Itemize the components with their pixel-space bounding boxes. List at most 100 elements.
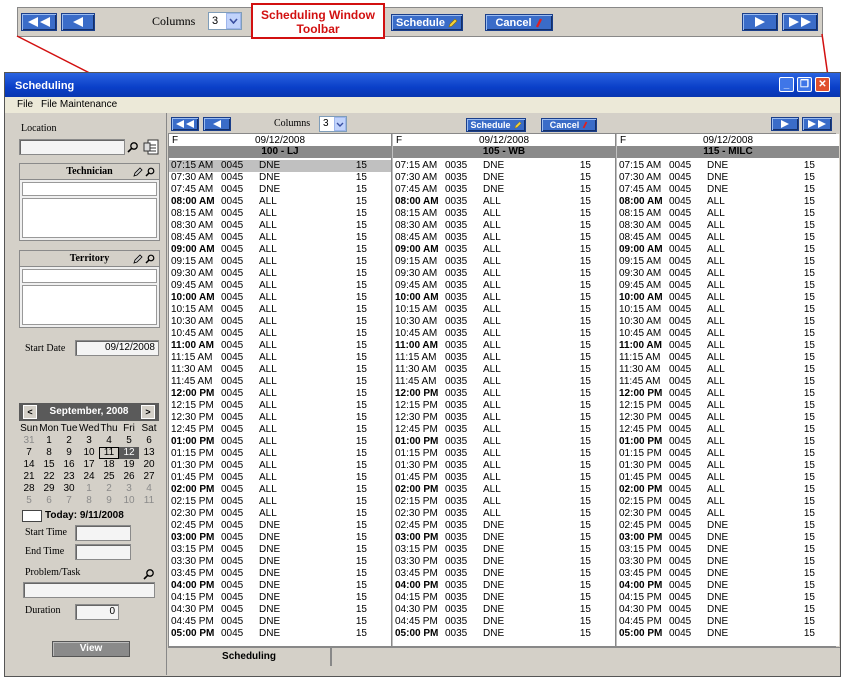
column-resource-header[interactable]: 115 - MILC	[617, 146, 839, 158]
time-slot-row[interactable]: 11:00 AM 0035 ALL 15	[393, 340, 615, 352]
time-slot-row[interactable]: 01:30 PM 0045 ALL 15	[169, 460, 391, 472]
calendar-day[interactable]: 15	[39, 459, 59, 471]
time-slot-row[interactable]: 08:15 AM 0045 ALL 15	[617, 208, 839, 220]
calendar-day[interactable]: 5	[119, 435, 139, 447]
time-slot-row[interactable]: 02:15 PM 0035 ALL 15	[393, 496, 615, 508]
time-slot-row[interactable]: 01:00 PM 0045 ALL 15	[617, 436, 839, 448]
time-slot-row[interactable]: 02:45 PM 0045 DNE 15	[617, 520, 839, 532]
time-slot-row[interactable]: 03:15 PM 0045 DNE 15	[169, 544, 391, 556]
calendar-day[interactable]: 7	[19, 447, 39, 459]
time-slot-row[interactable]: 04:00 PM 0045 DNE 15	[169, 580, 391, 592]
last-page-button[interactable]	[782, 13, 818, 31]
time-slot-row[interactable]: 10:30 AM 0045 ALL 15	[169, 316, 391, 328]
time-slot-row[interactable]: 02:30 PM 0035 ALL 15	[393, 508, 615, 520]
calendar-day[interactable]: 6	[139, 435, 159, 447]
calendar-day[interactable]: 13	[139, 447, 159, 459]
time-slot-row[interactable]: 09:45 AM 0045 ALL 15	[617, 280, 839, 292]
problem-task-input[interactable]	[23, 582, 155, 598]
time-slot-row[interactable]: 01:00 PM 0035 ALL 15	[393, 436, 615, 448]
time-slot-row[interactable]: 01:15 PM 0035 ALL 15	[393, 448, 615, 460]
time-slot-row[interactable]: 03:30 PM 0035 DNE 15	[393, 556, 615, 568]
calendar-day[interactable]: 25	[99, 471, 119, 483]
time-slot-row[interactable]: 05:00 PM 0045 DNE 15	[617, 628, 839, 640]
calendar-day[interactable]: 5	[19, 495, 39, 507]
time-slot-row[interactable]: 01:00 PM 0045 ALL 15	[169, 436, 391, 448]
time-slot-row[interactable]: 02:45 PM 0035 DNE 15	[393, 520, 615, 532]
calendar-day[interactable]: 19	[119, 459, 139, 471]
time-slot-row[interactable]: 02:30 PM 0045 ALL 15	[617, 508, 839, 520]
grid-columns-dropdown-button[interactable]	[334, 117, 346, 131]
technician-input[interactable]	[22, 182, 157, 196]
time-slot-row[interactable]: 08:30 AM 0045 ALL 15	[617, 220, 839, 232]
time-slot-row[interactable]: 07:45 AM 0045 DNE 15	[617, 184, 839, 196]
time-slot-row[interactable]: 10:30 AM 0035 ALL 15	[393, 316, 615, 328]
location-input[interactable]	[19, 139, 125, 155]
time-slot-row[interactable]: 08:45 AM 0035 ALL 15	[393, 232, 615, 244]
calendar-day[interactable]: 29	[39, 483, 59, 495]
calendar-day[interactable]: 3	[79, 435, 99, 447]
calendar-day[interactable]: 24	[79, 471, 99, 483]
time-slot-row[interactable]: 12:15 PM 0045 ALL 15	[617, 400, 839, 412]
view-button[interactable]: View	[52, 641, 130, 657]
time-slot-row[interactable]: 04:00 PM 0045 DNE 15	[617, 580, 839, 592]
technician-list[interactable]	[22, 198, 157, 238]
time-slot-row[interactable]: 07:15 AM 0035 DNE 15	[393, 160, 615, 172]
time-slot-row[interactable]: 08:30 AM 0035 ALL 15	[393, 220, 615, 232]
calendar-day[interactable]: 22	[39, 471, 59, 483]
time-slot-row[interactable]: 08:15 AM 0035 ALL 15	[393, 208, 615, 220]
time-slot-row[interactable]: 03:45 PM 0045 DNE 15	[617, 568, 839, 580]
time-slot-row[interactable]: 10:00 AM 0045 ALL 15	[617, 292, 839, 304]
time-slot-row[interactable]: 10:00 AM 0035 ALL 15	[393, 292, 615, 304]
calendar-day[interactable]: 26	[119, 471, 139, 483]
time-slot-row[interactable]: 01:45 PM 0045 ALL 15	[169, 472, 391, 484]
calendar-day[interactable]: 4	[139, 483, 159, 495]
time-slot-row[interactable]: 02:00 PM 0045 ALL 15	[169, 484, 391, 496]
time-slot-row[interactable]: 10:15 AM 0045 ALL 15	[617, 304, 839, 316]
time-slot-row[interactable]: 12:30 PM 0045 ALL 15	[169, 412, 391, 424]
calendar-day[interactable]: 10	[119, 495, 139, 507]
time-slot-row[interactable]: 08:45 AM 0045 ALL 15	[617, 232, 839, 244]
calendar-day[interactable]: 27	[139, 471, 159, 483]
time-slot-row[interactable]: 04:30 PM 0045 DNE 15	[169, 604, 391, 616]
calendar-day[interactable]: 8	[79, 495, 99, 507]
location-tree-icon[interactable]	[143, 139, 159, 155]
time-slot-row[interactable]: 03:00 PM 0045 DNE 15	[617, 532, 839, 544]
calendar-day[interactable]: 3	[119, 483, 139, 495]
grid-last-page-button[interactable]	[802, 117, 832, 131]
time-slot-row[interactable]: 03:00 PM 0035 DNE 15	[393, 532, 615, 544]
calendar-day[interactable]: 9	[59, 447, 79, 459]
calendar-day[interactable]: 6	[39, 495, 59, 507]
time-slot-row[interactable]: 12:45 PM 0045 ALL 15	[169, 424, 391, 436]
time-slot-row[interactable]: 04:30 PM 0045 DNE 15	[617, 604, 839, 616]
end-time-input[interactable]	[75, 544, 131, 560]
today-marker[interactable]	[22, 510, 42, 522]
time-slot-row[interactable]: 12:30 PM 0045 ALL 15	[617, 412, 839, 424]
time-slot-row[interactable]: 09:45 AM 0035 ALL 15	[393, 280, 615, 292]
duration-input[interactable]: 0	[75, 604, 119, 620]
location-search-icon[interactable]	[127, 141, 139, 153]
technician-search-icon[interactable]	[145, 167, 155, 177]
calendar-day[interactable]: 9	[99, 495, 119, 507]
calendar-day[interactable]: 21	[19, 471, 39, 483]
time-slot-row[interactable]: 09:45 AM 0045 ALL 15	[169, 280, 391, 292]
menu-file[interactable]: File	[17, 99, 33, 110]
time-slot-row[interactable]: 02:30 PM 0045 ALL 15	[169, 508, 391, 520]
time-slot-row[interactable]: 04:15 PM 0045 DNE 15	[169, 592, 391, 604]
problem-task-search-icon[interactable]	[143, 568, 155, 580]
time-slot-row[interactable]: 07:45 AM 0045 DNE 15	[169, 184, 391, 196]
calendar-day[interactable]: 2	[59, 435, 79, 447]
start-date-input[interactable]: 09/12/2008	[75, 340, 159, 356]
time-slot-row[interactable]: 09:30 AM 0045 ALL 15	[169, 268, 391, 280]
time-slot-row[interactable]: 02:00 PM 0045 ALL 15	[617, 484, 839, 496]
time-slot-row[interactable]: 11:45 AM 0045 ALL 15	[169, 376, 391, 388]
start-time-input[interactable]	[75, 525, 131, 541]
time-slot-row[interactable]: 12:00 PM 0045 ALL 15	[617, 388, 839, 400]
time-slot-row[interactable]: 09:15 AM 0045 ALL 15	[617, 256, 839, 268]
cancel-button[interactable]: Cancel	[485, 14, 553, 31]
time-slot-row[interactable]: 04:15 PM 0045 DNE 15	[617, 592, 839, 604]
time-slot-row[interactable]: 12:00 PM 0035 ALL 15	[393, 388, 615, 400]
column-resource-header[interactable]: 105 - WB	[393, 146, 615, 158]
time-slot-row[interactable]: 08:00 AM 0045 ALL 15	[169, 196, 391, 208]
time-slot-row[interactable]: 03:30 PM 0045 DNE 15	[617, 556, 839, 568]
territory-edit-icon[interactable]	[133, 254, 143, 264]
